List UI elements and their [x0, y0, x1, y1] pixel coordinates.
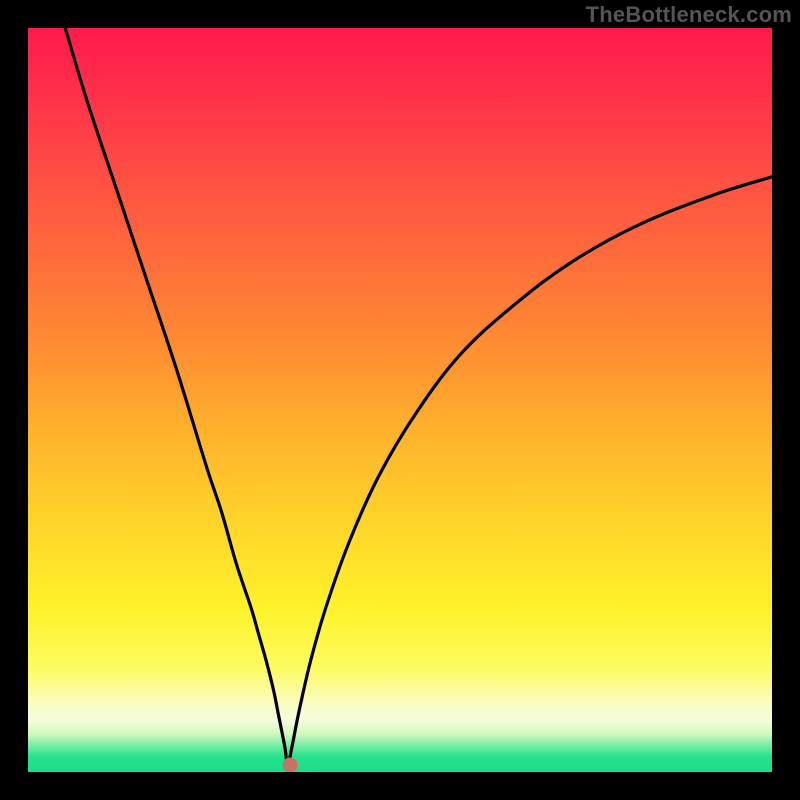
watermark-text: TheBottleneck.com — [586, 2, 792, 28]
plot-area — [28, 28, 772, 772]
curve-layer — [28, 28, 772, 772]
chart-frame: TheBottleneck.com — [0, 0, 800, 800]
optimal-point-marker — [282, 758, 297, 772]
bottleneck-curve — [65, 28, 772, 765]
